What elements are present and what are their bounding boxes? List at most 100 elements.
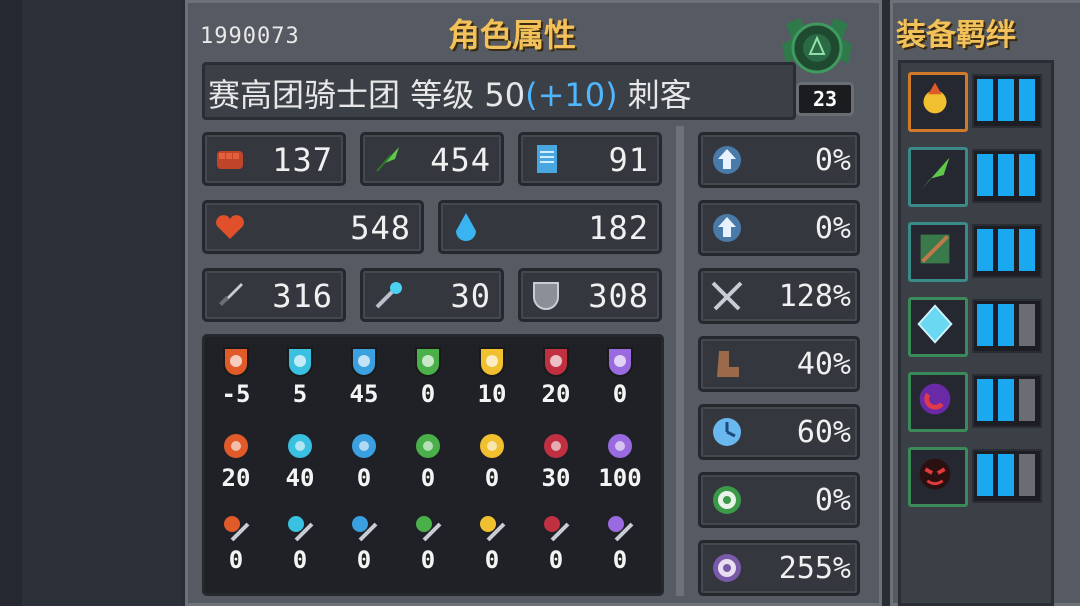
attack-stat[interactable]: 316 <box>202 268 346 322</box>
dark-icon <box>544 516 570 542</box>
arcane-resistance-3[interactable]: 0 <box>590 510 650 572</box>
lightning-resistance-1[interactable]: 45 <box>334 344 394 406</box>
resistance-value: 30 <box>541 464 571 492</box>
percent-stat-3[interactable]: 128% <box>698 268 860 324</box>
poison-resistance-1[interactable]: 0 <box>398 344 458 406</box>
ice-icon <box>288 516 314 542</box>
bond-level <box>972 374 1042 428</box>
fire-resistance-3[interactable]: 0 <box>206 510 266 572</box>
resistance-value: 0 <box>292 546 308 574</box>
equipment-bond-6[interactable] <box>904 441 1042 507</box>
magic-attack-value: 30 <box>450 277 491 315</box>
fire-resistance-1[interactable]: -5 <box>206 344 266 406</box>
bond-level-bar <box>998 79 1014 121</box>
bond-slot[interactable] <box>908 297 968 357</box>
bond-slot[interactable] <box>908 447 968 507</box>
agility-stat[interactable]: 454 <box>360 132 504 186</box>
percent-stat-5[interactable]: 60% <box>698 404 860 460</box>
resistance-value: 10 <box>477 380 507 408</box>
lightning-icon <box>351 347 377 378</box>
level-value: 50 <box>484 76 526 114</box>
arrow-up-icon <box>713 146 741 174</box>
percent-stat-2[interactable]: 0% <box>698 200 860 256</box>
arcane-icon <box>608 516 634 542</box>
strength-stat[interactable]: 137 <box>202 132 346 186</box>
bond-level-bar <box>977 79 993 121</box>
bond-slot[interactable] <box>908 72 968 132</box>
equipment-bond-5[interactable] <box>904 366 1042 432</box>
ice-icon <box>287 347 313 378</box>
resistance-value: 45 <box>349 380 379 408</box>
lightning-resistance-3[interactable]: 0 <box>334 510 394 572</box>
staff-icon <box>375 282 402 309</box>
side-panel-title: 装备羁绊 <box>896 18 1016 53</box>
column-divider <box>676 126 684 596</box>
bond-level-bar <box>998 454 1014 496</box>
equipment-bond-3[interactable] <box>904 216 1042 282</box>
resistance-value: 0 <box>484 464 500 492</box>
resistance-value: -5 <box>221 380 251 408</box>
poison-resistance-3[interactable]: 0 <box>398 510 458 572</box>
ice-resistance-2[interactable]: 40 <box>270 428 330 490</box>
percent-value-5: 60% <box>796 415 851 450</box>
shield-icon <box>533 282 559 311</box>
target-icon <box>713 486 741 514</box>
equipment-bond-4[interactable] <box>904 291 1042 357</box>
light-resistance-1[interactable]: 10 <box>462 344 522 406</box>
ice-resistance-3[interactable]: 0 <box>270 510 330 572</box>
armor-value: 308 <box>588 277 649 315</box>
armor-stat[interactable]: 308 <box>518 268 662 322</box>
intellect-stat[interactable]: 91 <box>518 132 662 186</box>
poison-resistance-2[interactable]: 0 <box>398 428 458 490</box>
resistance-value: 0 <box>228 546 244 574</box>
percent-value-4: 40% <box>796 347 851 382</box>
resistance-value: 20 <box>221 464 251 492</box>
arcane-resistance-2[interactable]: 100 <box>590 428 650 490</box>
percent-stat-4[interactable]: 40% <box>698 336 860 392</box>
fire-resistance-2[interactable]: 20 <box>206 428 266 490</box>
percent-value-2: 0% <box>814 211 851 246</box>
magic-attack-stat[interactable]: 30 <box>360 268 504 322</box>
equipment-bond-1[interactable] <box>904 66 1042 132</box>
void-orb-icon <box>919 383 951 415</box>
resistance-value: 5 <box>292 380 308 408</box>
mana-stat[interactable]: 182 <box>438 200 662 254</box>
bond-level <box>972 449 1042 503</box>
poison-icon <box>416 516 442 542</box>
fire-orb-icon <box>923 82 947 114</box>
bond-level-bar <box>977 154 993 196</box>
equipment-bond-2[interactable] <box>904 141 1042 207</box>
bond-slot[interactable] <box>908 147 968 207</box>
resistance-value: 0 <box>548 546 564 574</box>
ice-resistance-1[interactable]: 5 <box>270 344 330 406</box>
bond-slot[interactable] <box>908 372 968 432</box>
bond-level-bar <box>1019 304 1035 346</box>
dark-resistance-3[interactable]: 0 <box>526 510 586 572</box>
bond-slot[interactable] <box>908 222 968 282</box>
lightning-icon <box>352 434 376 458</box>
boot-icon <box>717 351 739 377</box>
bond-level <box>972 224 1042 278</box>
dark-resistance-1[interactable]: 20 <box>526 344 586 406</box>
percent-value-1: 0% <box>814 143 851 178</box>
percent-stat-7[interactable]: 255% <box>698 540 860 596</box>
light-resistance-3[interactable]: 0 <box>462 510 522 572</box>
bond-level <box>972 74 1042 128</box>
lightning-resistance-2[interactable]: 0 <box>334 428 394 490</box>
percent-value-3: 128% <box>778 279 851 314</box>
resistance-value: 40 <box>285 464 315 492</box>
purple-target-icon <box>713 554 741 582</box>
percent-stat-1[interactable]: 0% <box>698 132 860 188</box>
percent-stat-6[interactable]: 0% <box>698 472 860 528</box>
ice-crystal-icon <box>917 304 953 344</box>
dark-resistance-2[interactable]: 30 <box>526 428 586 490</box>
arcane-icon <box>608 434 632 458</box>
lightning-icon <box>352 516 378 542</box>
arcane-resistance-1[interactable]: 0 <box>590 344 650 406</box>
light-resistance-2[interactable]: 0 <box>462 428 522 490</box>
intellect-value: 91 <box>608 141 649 179</box>
feather-icon <box>376 147 399 172</box>
resistance-value: 0 <box>356 546 372 574</box>
bond-level-bar <box>977 379 993 421</box>
hp-stat[interactable]: 548 <box>202 200 424 254</box>
